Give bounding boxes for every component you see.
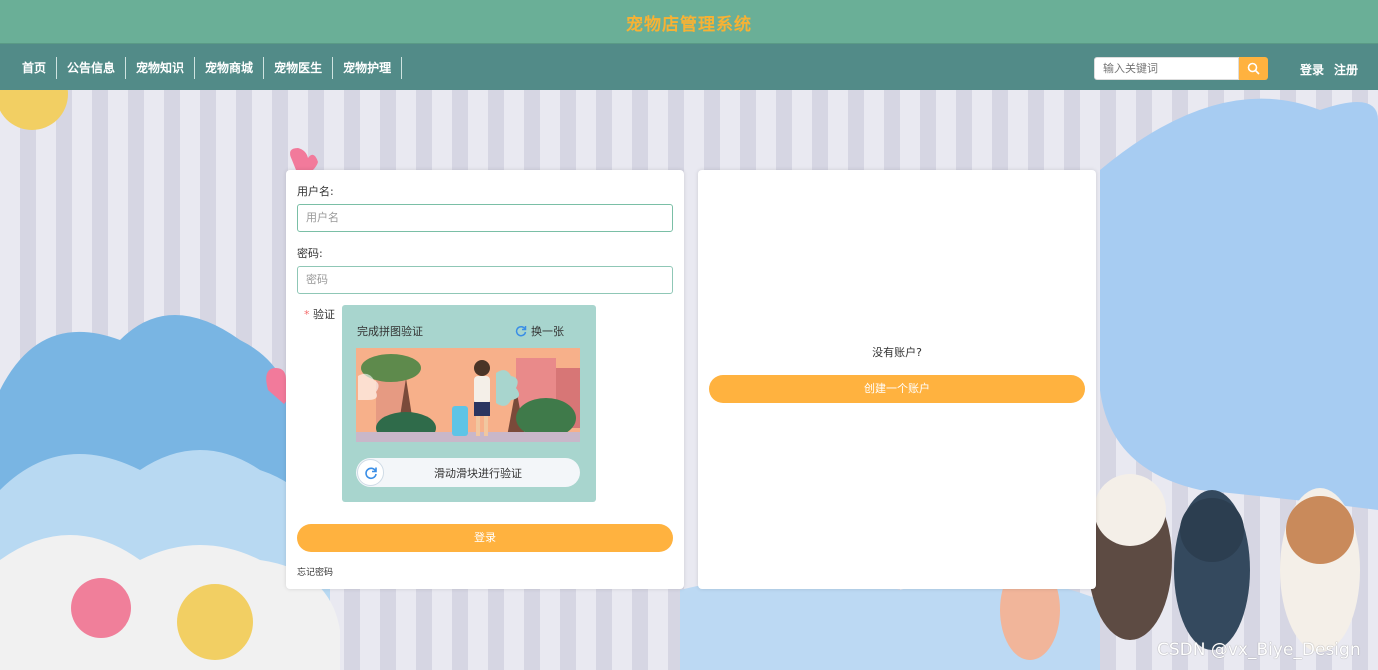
background-art bbox=[0, 90, 1378, 670]
login-button[interactable]: 登录 bbox=[297, 524, 673, 552]
slider-hint: 滑动滑块进行验证 bbox=[434, 467, 522, 480]
password-input[interactable]: 密码 bbox=[297, 266, 673, 294]
nav-item-home[interactable]: 首页 bbox=[12, 57, 58, 79]
register-link[interactable]: 注册 bbox=[1334, 61, 1358, 78]
captcha-puzzle-image bbox=[356, 348, 580, 442]
captcha-title: 完成拼图验证 bbox=[357, 325, 423, 338]
captcha-panel: 完成拼图验证 换一张 滑动滑块进行验证 bbox=[342, 305, 596, 502]
register-card: 没有账户? 创建一个账户 bbox=[698, 170, 1096, 589]
search-icon bbox=[1247, 62, 1260, 75]
captcha-refresh-label: 换一张 bbox=[531, 325, 564, 338]
login-card: 用户名: 用户名 密码: 密码 * 验证 完成拼图验证 换一张 滑动滑块进行验证… bbox=[286, 170, 684, 589]
username-input[interactable]: 用户名 bbox=[297, 204, 673, 232]
search-button[interactable] bbox=[1239, 57, 1268, 80]
background-illustration bbox=[0, 90, 1378, 670]
main-nav: 首页 公告信息 宠物知识 宠物商城 宠物医生 宠物护理 bbox=[12, 57, 403, 79]
title-bar: 宠物店管理系统 bbox=[0, 0, 1378, 44]
captcha-label-text: 验证 bbox=[313, 308, 335, 321]
forgot-password-link[interactable]: 忘记密码 bbox=[297, 565, 333, 578]
required-mark: * bbox=[304, 308, 310, 321]
create-account-button[interactable]: 创建一个账户 bbox=[709, 375, 1085, 403]
search-input[interactable] bbox=[1094, 57, 1239, 80]
nav-item-announcements[interactable]: 公告信息 bbox=[57, 57, 127, 79]
puzzle-illustration bbox=[356, 348, 580, 442]
search-box bbox=[1094, 57, 1268, 80]
password-label: 密码: bbox=[297, 247, 323, 260]
login-link[interactable]: 登录 bbox=[1300, 61, 1324, 78]
auth-links: 登录 注册 bbox=[1300, 61, 1358, 78]
no-account-text: 没有账户? bbox=[872, 346, 922, 359]
nav-item-pet-care[interactable]: 宠物护理 bbox=[333, 57, 403, 79]
captcha-slider[interactable]: 滑动滑块进行验证 bbox=[356, 458, 580, 487]
watermark: CSDN @vx_Biye_Design bbox=[1157, 640, 1361, 660]
nav-bar: 首页 公告信息 宠物知识 宠物商城 宠物医生 宠物护理 登录 注册 bbox=[0, 44, 1378, 90]
nav-item-pet-doctor[interactable]: 宠物医生 bbox=[264, 57, 334, 79]
username-label: 用户名: bbox=[297, 185, 334, 198]
captcha-label: * 验证 bbox=[304, 306, 335, 322]
refresh-icon bbox=[515, 325, 527, 337]
captcha-refresh-button[interactable]: 换一张 bbox=[515, 323, 564, 339]
page-title: 宠物店管理系统 bbox=[626, 15, 752, 35]
nav-item-pet-mall[interactable]: 宠物商城 bbox=[195, 57, 265, 79]
nav-item-pet-knowledge[interactable]: 宠物知识 bbox=[126, 57, 196, 79]
